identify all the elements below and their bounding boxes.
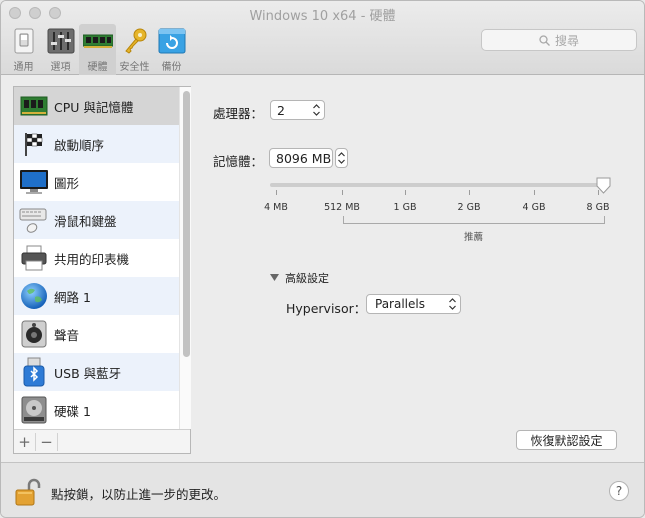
sidebar-item-label: 滑鼠和鍵盤	[54, 213, 117, 229]
unlocked-padlock-icon[interactable]	[15, 477, 43, 507]
sidebar-item-label: 硬碟 1	[54, 403, 91, 419]
display-monitor-icon	[18, 167, 50, 197]
security-key-icon	[120, 27, 150, 55]
remove-device-button[interactable]: −	[36, 432, 58, 451]
search-input[interactable]: 搜尋	[481, 29, 637, 51]
boot-order-flag-icon	[18, 129, 50, 159]
sidebar-item-shared-printer[interactable]: 共用的印表機	[14, 239, 179, 277]
cpu-count-popup[interactable]: 2	[270, 100, 325, 120]
sidebar-item-label: 網路 1	[54, 289, 91, 305]
sidebar-item-network[interactable]: 網路 1	[14, 277, 179, 315]
hard-disk-icon	[18, 395, 50, 425]
advanced-settings-label: 高級設定	[285, 272, 329, 285]
search-placeholder: 搜尋	[554, 33, 579, 48]
recommended-range-bracket	[343, 216, 605, 224]
stepper-arrows-icon	[338, 152, 345, 164]
memory-stepper[interactable]	[335, 148, 348, 168]
sidebar-item-label: 圖形	[54, 175, 80, 191]
toolbar-label: 選項	[50, 62, 71, 73]
memory-label: 記憶體：	[213, 154, 264, 169]
toolbar-item-hardware[interactable]: 硬體	[79, 24, 116, 75]
slider-tick	[469, 190, 470, 195]
hypervisor-popup[interactable]: Parallels	[366, 294, 461, 314]
bottom-bar: 點按鎖，以防止進一步的更改。 ?	[1, 462, 644, 517]
lock-hint-text: 點按鎖，以防止進一步的更改。	[51, 487, 227, 502]
sidebar-item-usb-bluetooth[interactable]: USB 與藍牙	[14, 353, 179, 391]
sidebar-item-boot-order[interactable]: 啟動順序	[14, 125, 179, 163]
cpu-label: 處理器：	[213, 106, 264, 121]
toolbar-label: 安全性	[119, 62, 150, 73]
memory-slider-track[interactable]	[270, 183, 606, 187]
hardware-ram-icon	[82, 27, 113, 55]
sidebar-item-label: 共用的印表機	[54, 251, 130, 267]
sidebar-item-graphics[interactable]: 圖形	[14, 163, 179, 201]
sidebar-item-mouse-keyboard[interactable]: 滑鼠和鍵盤	[14, 201, 179, 239]
sidebar-item-sound[interactable]: 聲音	[14, 315, 179, 353]
hypervisor-label: Hypervisor：	[286, 301, 367, 316]
keyboard-mouse-icon	[18, 205, 50, 235]
preferences-window: Windows 10 x64 - 硬體 通用 選項 硬體 安全性 備份 搜尋 C…	[0, 0, 645, 518]
slider-tick	[276, 190, 277, 195]
sidebar-footer: + −	[14, 429, 190, 453]
chevron-up-down-icon	[449, 298, 456, 310]
restore-defaults-button[interactable]: 恢復默認設定	[516, 430, 617, 450]
sidebar-item-label: 聲音	[54, 327, 80, 343]
options-sliders-icon	[46, 27, 76, 55]
sidebar-item-cpu-memory[interactable]: CPU 與記憶體	[14, 87, 179, 125]
toolbar-label: 備份	[161, 62, 182, 73]
speaker-icon	[18, 319, 50, 349]
memory-value: 8096 MB	[276, 150, 332, 166]
slider-tick-label: 8 GB	[586, 202, 610, 213]
toolbar-item-security[interactable]: 安全性	[116, 24, 153, 75]
cpu-memory-icon	[18, 91, 50, 121]
help-button[interactable]: ?	[609, 481, 629, 501]
slider-tick	[534, 190, 535, 195]
printer-icon	[18, 243, 50, 273]
device-sidebar: CPU 與記憶體 啟動順序 圖形 滑鼠和鍵盤 共用的印表機 網路 1 聲音 US…	[13, 86, 191, 454]
slider-tick-label: 2 GB	[457, 202, 481, 213]
sidebar-item-label: 啟動順序	[54, 137, 105, 153]
backup-icon	[157, 27, 187, 55]
toolbar-item-options[interactable]: 選項	[42, 24, 79, 75]
slider-tick-label: 4 MB	[264, 202, 288, 213]
sidebar-item-label: USB 與藍牙	[54, 365, 122, 381]
slider-tick	[405, 190, 406, 195]
sidebar-scrollbar[interactable]	[179, 87, 191, 429]
cpu-count-value: 2	[277, 102, 285, 118]
title-bar: Windows 10 x64 - 硬體 通用 選項 硬體 安全性 備份 搜尋	[1, 1, 644, 75]
window-title: Windows 10 x64 - 硬體	[249, 9, 396, 24]
toolbar-label: 通用	[13, 62, 34, 73]
recommended-range-label: 推薦	[464, 232, 484, 243]
sidebar-item-hard-disk[interactable]: 硬碟 1	[14, 391, 179, 429]
general-switch-icon	[9, 27, 39, 55]
sidebar-scrollbar-thumb[interactable]	[183, 91, 190, 357]
disclosure-triangle-icon	[270, 274, 279, 281]
hardware-pane: CPU 與記憶體 啟動順序 圖形 滑鼠和鍵盤 共用的印表機 網路 1 聲音 US…	[1, 76, 644, 462]
slider-tick	[342, 190, 343, 195]
hypervisor-value: Parallels	[375, 297, 425, 311]
advanced-settings-disclosure[interactable]: 高級設定	[270, 270, 329, 286]
memory-input[interactable]: 8096 MB	[269, 148, 333, 168]
toolbar-item-backup[interactable]: 備份	[153, 24, 190, 75]
usb-bluetooth-icon	[18, 357, 50, 387]
slider-tick-label: 512 MB	[324, 202, 360, 213]
slider-tick	[598, 190, 599, 195]
chevron-up-down-icon	[313, 104, 320, 116]
sidebar-item-label: CPU 與記憶體	[54, 99, 134, 115]
toolbar: 通用 選項 硬體 安全性 備份	[5, 24, 190, 75]
search-icon	[539, 34, 550, 46]
toolbar-item-general[interactable]: 通用	[5, 24, 42, 75]
toolbar-label: 硬體	[87, 62, 108, 73]
slider-tick-label: 4 GB	[522, 202, 546, 213]
slider-tick-label: 1 GB	[393, 202, 417, 213]
add-device-button[interactable]: +	[14, 432, 36, 451]
network-globe-icon	[18, 281, 50, 311]
device-list: CPU 與記憶體 啟動順序 圖形 滑鼠和鍵盤 共用的印表機 網路 1 聲音 US…	[14, 87, 179, 429]
